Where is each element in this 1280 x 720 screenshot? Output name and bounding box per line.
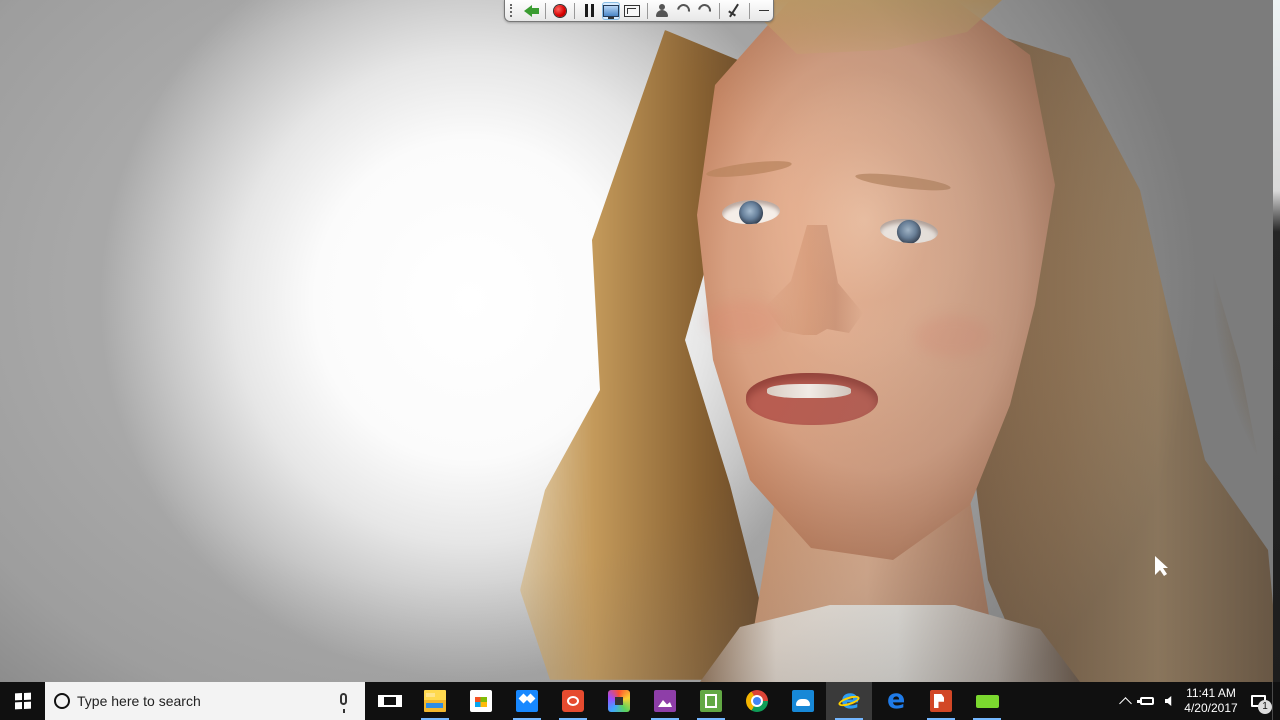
store-icon <box>470 690 492 712</box>
edge-button[interactable] <box>872 682 918 720</box>
battery-power-icon <box>1137 697 1154 705</box>
back-button[interactable] <box>521 2 540 20</box>
audio-button[interactable] <box>695 1 715 20</box>
screen-button[interactable] <box>601 1 621 20</box>
clock-date: 4/20/2017 <box>1184 701 1238 715</box>
notification-count-badge: 1 <box>1258 700 1272 714</box>
pictures-app-button[interactable] <box>642 682 688 720</box>
action-center-button[interactable]: 1 <box>1244 682 1272 720</box>
chat-icon <box>975 694 999 708</box>
screen-recorder-toolbar <box>504 0 774 22</box>
left-cheek <box>705 300 781 342</box>
green-back-arrow-icon <box>524 4 540 17</box>
phone-button[interactable] <box>674 1 693 20</box>
toolbar-separator <box>748 2 750 19</box>
draw-button[interactable] <box>725 2 744 20</box>
colorful-app-button[interactable] <box>596 682 642 720</box>
camera-app-icon <box>562 690 584 712</box>
power-status-button[interactable] <box>1136 682 1158 720</box>
minimize-button[interactable] <box>754 2 773 20</box>
monitor-icon <box>602 4 619 19</box>
toolbar-separator <box>646 2 648 19</box>
task-view-button[interactable] <box>367 682 412 720</box>
green-book-icon <box>700 690 722 712</box>
system-tray: 11:41 AM 4/20/2017 1 <box>1114 682 1280 720</box>
chevron-up-icon <box>1118 696 1132 710</box>
chrome-button[interactable] <box>734 682 780 720</box>
audio-icon <box>695 1 714 20</box>
cloud-icon <box>792 690 814 712</box>
toolbar-separator <box>719 2 721 19</box>
chat-app-button[interactable] <box>964 682 1010 720</box>
taskbar-search-box[interactable]: Type here to search <box>45 682 365 720</box>
dropbox-icon <box>516 690 538 712</box>
webcam-icon <box>655 4 669 17</box>
search-placeholder: Type here to search <box>77 693 201 709</box>
cortana-search-icon <box>54 693 70 709</box>
folder-icon <box>424 690 446 712</box>
right-edge-window-strip <box>1273 0 1280 682</box>
windows-taskbar: Type here to search 11:41 AM 4/20/2017 1 <box>0 682 1280 720</box>
toolbar-grip-icon[interactable] <box>510 4 516 17</box>
show-desktop-button[interactable] <box>1272 682 1280 720</box>
volume-button[interactable] <box>1158 682 1180 720</box>
chrome-icon <box>746 690 768 712</box>
colorful-app-icon <box>608 690 630 712</box>
left-iris <box>738 200 764 226</box>
phone-icon <box>674 1 693 20</box>
webcam-button[interactable] <box>653 2 672 20</box>
start-button[interactable] <box>0 682 45 720</box>
show-hidden-icons-button[interactable] <box>1114 682 1136 720</box>
right-cheek <box>915 315 991 357</box>
powerpoint-button[interactable] <box>918 682 964 720</box>
cloud-app-button[interactable] <box>780 682 826 720</box>
internet-explorer-icon <box>838 690 860 712</box>
dropbox-button[interactable] <box>504 682 550 720</box>
toolbar-separator <box>544 2 546 19</box>
video-frame <box>0 0 1280 682</box>
pictures-icon <box>654 690 676 712</box>
camera-app-button[interactable] <box>550 682 596 720</box>
pinned-apps <box>412 682 1010 720</box>
edge-icon <box>884 690 906 712</box>
toolbar-separator <box>574 2 576 19</box>
screen-select-icon <box>624 4 641 17</box>
record-button[interactable] <box>551 2 570 20</box>
right-iris <box>896 219 922 245</box>
minimize-icon <box>758 10 769 11</box>
microphone-icon[interactable] <box>340 693 347 713</box>
microsoft-store-button[interactable] <box>458 682 504 720</box>
taskbar-clock[interactable]: 11:41 AM 4/20/2017 <box>1182 682 1240 720</box>
pause-button[interactable] <box>580 2 599 20</box>
clock-time: 11:41 AM <box>1186 686 1236 700</box>
volume-icon <box>1164 696 1172 706</box>
record-icon <box>554 4 567 17</box>
green-app-button[interactable] <box>688 682 734 720</box>
file-explorer-button[interactable] <box>412 682 458 720</box>
woman-teeth <box>767 384 851 398</box>
desktop <box>0 0 1280 682</box>
area-button[interactable] <box>623 2 642 20</box>
windows-logo-icon <box>14 692 31 710</box>
pause-icon <box>584 4 594 17</box>
powerpoint-icon <box>930 690 952 712</box>
pen-icon <box>729 3 740 18</box>
woman-mouth <box>746 373 878 425</box>
task-view-icon <box>377 695 402 707</box>
internet-explorer-button[interactable] <box>826 682 872 720</box>
